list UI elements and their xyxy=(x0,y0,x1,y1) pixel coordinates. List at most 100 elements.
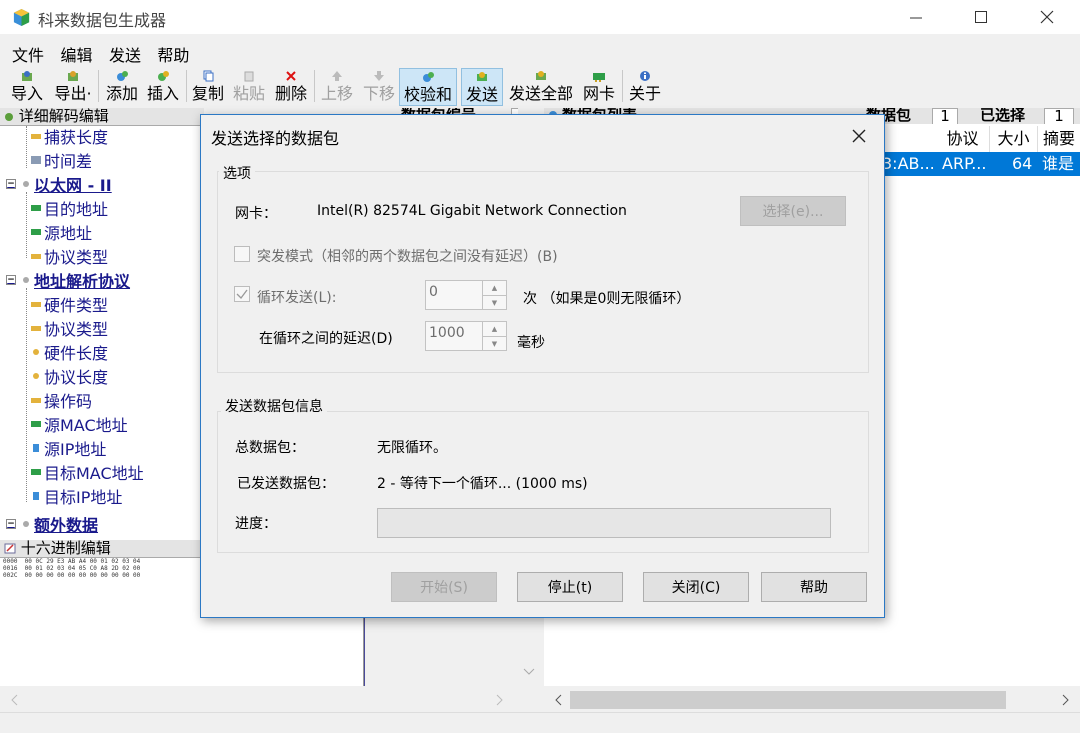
app-title: 科来数据包生成器 xyxy=(38,11,167,30)
menu-send[interactable]: 发送 xyxy=(109,38,141,66)
toolbar-separator xyxy=(622,70,623,102)
tree-item-capture-length[interactable]: 捕获长度 xyxy=(30,124,108,148)
spin-down-icon[interactable]: ▼ xyxy=(483,336,506,350)
collapse-toggle[interactable]: − xyxy=(6,275,16,285)
import-button[interactable]: 导入 xyxy=(8,68,46,106)
spin-up-icon[interactable]: ▲ xyxy=(483,322,506,336)
field-icon xyxy=(31,302,41,307)
move-down-button[interactable]: 下移 xyxy=(360,68,398,106)
checkmark-icon xyxy=(236,289,248,299)
close-icon xyxy=(1040,10,1054,24)
tree-item-src-mac[interactable]: 源MAC地址 xyxy=(30,412,128,436)
send-button[interactable]: 发送 xyxy=(461,68,503,106)
field-icon xyxy=(31,398,41,403)
tree-item-src-address[interactable]: 源地址 xyxy=(30,220,92,244)
checksum-button[interactable]: 校验和 xyxy=(399,68,457,106)
insert-button[interactable]: 插入 xyxy=(144,68,182,106)
options-group-title: 选项 xyxy=(219,163,255,183)
export-button[interactable]: 导出· xyxy=(52,68,94,106)
minimize-button[interactable] xyxy=(893,0,939,34)
chevron-left-icon xyxy=(555,694,562,706)
byte-field-icon xyxy=(33,349,39,355)
tree-group-arp[interactable]: − 地址解析协议 xyxy=(6,268,130,292)
send-all-icon xyxy=(536,71,546,80)
spin-up-icon[interactable]: ▲ xyxy=(483,281,506,295)
delete-icon xyxy=(286,71,296,81)
select-nic-button[interactable]: 选择(e)... xyxy=(740,196,846,226)
loop-count-hint: 次 （如果是0则无限循环） xyxy=(523,291,691,307)
tree-connector xyxy=(26,288,27,502)
decode-tree-panel[interactable]: 详细解码编辑 捕获长度 时间差 − 以太网 - II 目的地址 源地址 协议类型… xyxy=(0,108,204,540)
maximize-button[interactable] xyxy=(958,0,1004,34)
loop-send-checkbox[interactable] xyxy=(234,286,250,302)
column-summary[interactable]: 摘要 xyxy=(1038,126,1080,152)
field-icon xyxy=(31,254,41,259)
row-summary: 谁是 xyxy=(1042,154,1075,173)
tree-group-extra-data[interactable]: − 额外数据 xyxy=(6,512,98,536)
move-up-button[interactable]: 上移 xyxy=(318,68,356,106)
tree-item-hardware-length[interactable]: 硬件长度 xyxy=(30,340,108,364)
paste-button[interactable]: 粘贴 xyxy=(230,68,268,106)
tree-item-dest-address[interactable]: 目的地址 xyxy=(30,196,108,220)
field-icon xyxy=(31,326,41,331)
checksum-icon xyxy=(423,72,434,82)
selected-count-value: 1 xyxy=(1044,108,1074,124)
tree-item-opcode[interactable]: 操作码 xyxy=(30,388,92,412)
tree-item-protocol-type[interactable]: 协议类型 xyxy=(30,244,108,268)
menu-file[interactable]: 文件 xyxy=(12,38,44,66)
tree-item-hardware-type[interactable]: 硬件类型 xyxy=(30,292,108,316)
collapse-toggle[interactable]: − xyxy=(6,519,16,529)
tree-item-protocol-length[interactable]: 协议长度 xyxy=(30,364,108,388)
tree-item-src-ip[interactable]: 源IP地址 xyxy=(30,436,106,460)
toolbar-separator xyxy=(314,70,315,102)
tree-item-arp-protocol-type[interactable]: 协议类型 xyxy=(30,316,108,340)
scrollbar-thumb[interactable] xyxy=(570,691,1006,709)
copy-icon xyxy=(203,70,214,82)
selected-count-label: 已选择 xyxy=(980,108,1026,124)
chevron-down-icon xyxy=(523,668,535,675)
delay-value: 1000 xyxy=(429,325,465,341)
arrow-down-icon xyxy=(374,71,384,81)
delay-stepper[interactable]: 1000 ▲ ▼ xyxy=(425,321,507,351)
add-button[interactable]: 添加 xyxy=(104,68,140,106)
arrow-up-icon xyxy=(332,71,342,81)
stop-button[interactable]: 停止(t) xyxy=(517,572,623,602)
column-protocol[interactable]: 协议 xyxy=(936,126,990,152)
tree-item-dest-ip[interactable]: 目标IP地址 xyxy=(30,484,122,508)
start-button[interactable]: 开始(S) xyxy=(391,572,497,602)
column-size[interactable]: 大小 xyxy=(990,126,1038,152)
spin-down-icon[interactable]: ▼ xyxy=(483,295,506,309)
group-icon xyxy=(23,521,29,527)
burst-mode-checkbox[interactable] xyxy=(234,246,250,262)
burst-mode-label: 突发模式（相邻的两个数据包之间没有延迟）(B) xyxy=(257,249,558,265)
about-button[interactable]: 关于 xyxy=(626,68,664,106)
chevron-left-icon xyxy=(11,694,18,706)
send-icon xyxy=(477,72,487,81)
menu-help[interactable]: 帮助 xyxy=(157,38,189,66)
loop-count-stepper[interactable]: 0 ▲ ▼ xyxy=(425,280,507,310)
tree-item-dest-mac[interactable]: 目标MAC地址 xyxy=(30,460,144,484)
packets-count-value: 1 xyxy=(932,108,958,124)
menu-edit[interactable]: 编辑 xyxy=(60,38,92,66)
send-all-button[interactable]: 发送全部 xyxy=(505,68,577,106)
delay-unit: 毫秒 xyxy=(517,335,545,351)
help-button[interactable]: 帮助 xyxy=(761,572,867,602)
delete-button[interactable]: 删除 xyxy=(272,68,310,106)
tree-group-ethernet[interactable]: − 以太网 - II xyxy=(6,172,112,196)
window-close-button[interactable] xyxy=(1024,0,1070,34)
dialog-close-button[interactable] xyxy=(841,121,877,151)
minimize-icon xyxy=(910,17,922,19)
maximize-icon xyxy=(975,11,987,23)
nic-button[interactable]: 网卡 xyxy=(580,68,618,106)
copy-button[interactable]: 复制 xyxy=(190,68,226,106)
app-logo-icon xyxy=(13,8,30,27)
left-horizontal-scrollbar[interactable] xyxy=(0,686,518,712)
tree-item-time-delta[interactable]: 时间差 xyxy=(30,148,92,172)
tree-connector xyxy=(26,126,27,168)
status-bar xyxy=(0,712,1080,733)
total-packets-label: 总数据包： xyxy=(235,440,305,456)
field-icon xyxy=(31,134,41,139)
mac-field-icon xyxy=(31,229,41,235)
collapse-toggle[interactable]: − xyxy=(6,179,16,189)
close-button[interactable]: 关闭(C) xyxy=(643,572,749,602)
